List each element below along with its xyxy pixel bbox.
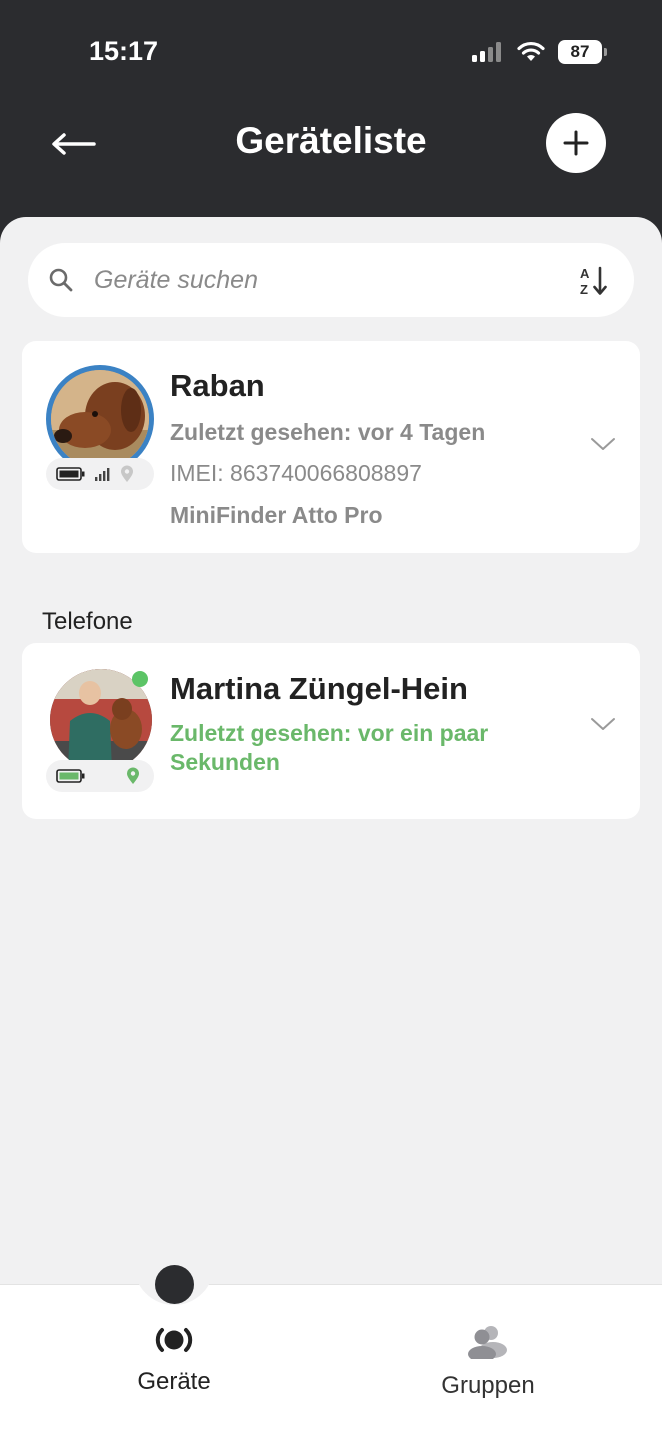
device-imei: IMEI: 863740066808897 [170, 460, 422, 486]
chevron-down-icon[interactable] [590, 437, 616, 451]
sort-az-icon[interactable]: A Z [578, 265, 608, 297]
device-card[interactable]: Raban Zuletzt gesehen: vor 4 Tagen IMEI:… [22, 341, 640, 553]
phone-status-indicators [46, 760, 154, 792]
chevron-down-icon[interactable] [590, 717, 616, 731]
avatar [46, 365, 154, 473]
search-icon [49, 268, 73, 292]
plus-icon [563, 130, 589, 156]
devices-icon [155, 1328, 193, 1352]
users-icon [468, 1326, 507, 1362]
tab-groups-label: Gruppen [441, 1372, 535, 1399]
active-tab-indicator [155, 1265, 194, 1304]
svg-text:Z: Z [580, 282, 588, 297]
battery-indicator: 87 [558, 40, 607, 64]
tab-groups[interactable]: Gruppen [388, 1325, 588, 1400]
cellular-signal-icon [472, 42, 501, 62]
dog-photo [51, 370, 149, 468]
search-bar: A Z [28, 243, 634, 317]
phone-name: Martina Züngel-Hein [170, 671, 468, 706]
status-time: 15:17 [89, 36, 159, 66]
device-name: Raban [170, 368, 265, 403]
location-pin-icon [127, 767, 139, 784]
bottom-tab-bar: Geräte Gruppen [0, 1265, 662, 1440]
battery-full-icon [56, 467, 85, 481]
status-icons: 87 [470, 40, 607, 64]
svg-text:A: A [580, 266, 590, 281]
add-device-button[interactable] [546, 113, 606, 173]
online-indicator [132, 671, 148, 687]
device-last-seen: Zuletzt gesehen: vor 4 Tagen [170, 419, 486, 445]
search-input[interactable] [94, 243, 554, 317]
device-list-panel: A Z [0, 217, 662, 1284]
phone-card[interactable]: Martina Züngel-Hein Zuletzt gesehen: vor… [22, 643, 640, 819]
signal-icon [95, 468, 110, 481]
wifi-icon [517, 41, 545, 61]
tab-devices-label: Geräte [137, 1368, 211, 1395]
location-pin-icon [121, 465, 133, 482]
tab-devices[interactable]: Geräte [74, 1325, 274, 1396]
phone-last-seen: Zuletzt gesehen: vor ein paar Sekunden [170, 720, 489, 775]
section-label-phones: Telefone [42, 608, 133, 635]
device-model: MiniFinder Atto Pro [170, 502, 383, 528]
battery-charged-icon [56, 769, 85, 783]
device-status-indicators [46, 458, 154, 490]
